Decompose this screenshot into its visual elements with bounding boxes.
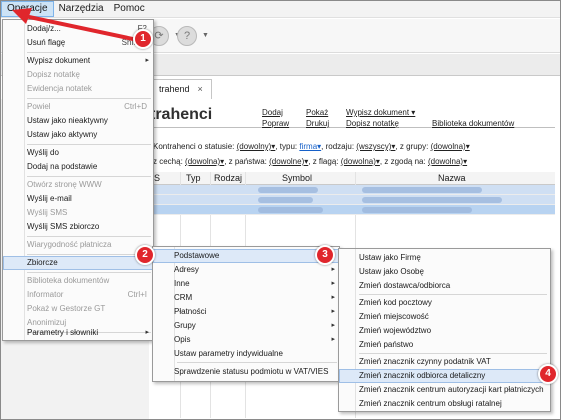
- filter-row-1: Kontrahenci o statusie: (dowolny)▾, typu…: [153, 142, 470, 151]
- operacje-menu: Dodaj/z...F2 Usuń flagęShift-... Wypisz …: [2, 19, 154, 341]
- submenu-item-platnosci[interactable]: Płatności ▸: [153, 305, 339, 319]
- menu-item-dopisz-notatke[interactable]: Dopisz notatkę: [3, 68, 153, 82]
- dodaj-link[interactable]: Dodaj: [262, 108, 283, 117]
- menu-item-biblioteka[interactable]: Biblioteka dokumentów: [3, 274, 153, 288]
- menu-item-otworz-www[interactable]: Otwórz stronę WWW: [3, 178, 153, 192]
- menu-item-wyslij-email[interactable]: Wyślij e-mail: [3, 192, 153, 206]
- submenu-item-dostawca-odbiorca[interactable]: Zmień dostawca/odbiorca: [339, 279, 550, 293]
- menu-item-gestor[interactable]: Pokaż w Gestorze GT: [3, 302, 153, 316]
- col-nazwa[interactable]: Nazwa: [438, 173, 466, 183]
- menu-item-dodaj-na-podstawie[interactable]: Dodaj na podstawie: [3, 160, 153, 174]
- col-symbol[interactable]: Symbol: [282, 173, 312, 183]
- menu-item-informator[interactable]: Informator Ctrl+I: [3, 288, 153, 302]
- submenu-item-panstwo[interactable]: Zmień państwo: [339, 338, 550, 352]
- podstawowe-submenu: Ustaw jako Firmę Ustaw jako Osobę Zmień …: [338, 248, 551, 412]
- menu-item-zbiorcze[interactable]: Zbiorcze▸: [3, 256, 153, 270]
- zbiorcze-submenu: Podstawowe▸ Adresy▸ Inne▸ CRM▸ Płatności…: [152, 246, 340, 382]
- wypisz-dokument-link[interactable]: Wypisz dokument ▾: [346, 108, 415, 117]
- panstwo-filter[interactable]: (dowolne)▾: [269, 157, 308, 166]
- menu-item-parametry[interactable]: Parametry i słowniki ▸: [3, 326, 153, 340]
- submenu-item-parametry-indywidualne[interactable]: Ustaw parametry indywidualne: [153, 347, 339, 361]
- submenu-item-adresy[interactable]: Adresy ▸: [153, 263, 339, 277]
- tab-label: trahend: [159, 84, 190, 94]
- filter-row-2: z cechą: (dowolna)▾, z państwa: (dowolne…: [153, 157, 468, 166]
- col-s[interactable]: S: [154, 173, 160, 183]
- tab-kontrahenci[interactable]: trahend ×: [150, 79, 212, 99]
- menu-item-ewidencja[interactable]: Ewidencja notatek: [3, 82, 153, 96]
- submenu-item-miejscowosc[interactable]: Zmień miejscowość: [339, 310, 550, 324]
- submenu-item-crm[interactable]: CRM ▸: [153, 291, 339, 305]
- dopisz-notatke-link[interactable]: Dopisz notatkę: [346, 119, 399, 128]
- drukuj-link[interactable]: Drukuj: [306, 119, 329, 128]
- status-filter[interactable]: (dowolny)▾: [237, 142, 276, 151]
- table-row[interactable]: [150, 195, 555, 205]
- menu-narzedzia[interactable]: Narzędzia: [54, 1, 109, 17]
- biblioteka-link[interactable]: Biblioteka dokumentów: [432, 119, 514, 128]
- menu-item-wyslij-sms-zbiorczo[interactable]: Wyślij SMS zbiorczo: [3, 220, 153, 234]
- cecha-filter[interactable]: (dowolna)▾: [185, 157, 224, 166]
- col-typ[interactable]: Typ: [186, 173, 201, 183]
- menu-pomoc[interactable]: Pomoc: [109, 1, 150, 17]
- table-row[interactable]: [150, 205, 555, 215]
- step-badge-4: 4: [538, 364, 558, 384]
- rodzaj-filter[interactable]: (wszyscy)▾: [356, 142, 395, 151]
- help-icon[interactable]: ?: [177, 26, 197, 46]
- zgoda-filter[interactable]: (dowolna)▾: [428, 157, 467, 166]
- arrow-head-icon: [12, 8, 32, 24]
- submenu-item-podstawowe[interactable]: Podstawowe▸: [153, 249, 339, 263]
- col-rodzaj[interactable]: Rodzaj: [214, 173, 242, 183]
- menu-item-wypisz[interactable]: Wypisz dokument ▸: [3, 54, 153, 68]
- submenu-item-ustaw-osobe[interactable]: Ustaw jako Osobę: [339, 265, 550, 279]
- menu-item-nieaktywny[interactable]: Ustaw jako nieaktywny: [3, 114, 153, 128]
- flaga-filter[interactable]: (dowolna)▾: [341, 157, 380, 166]
- step-badge-2: 2: [135, 245, 155, 265]
- step-badge-1: 1: [133, 29, 153, 49]
- submenu-item-kod-pocztowy[interactable]: Zmień kod pocztowy: [339, 296, 550, 310]
- submenu-item-czynny-podatnik[interactable]: Zmień znacznik czynny podatnik VAT: [339, 355, 550, 369]
- submenu-item-grupy[interactable]: Grupy ▸: [153, 319, 339, 333]
- typ-filter[interactable]: firma▾: [299, 142, 321, 151]
- pokaz-link[interactable]: Pokaż: [306, 108, 328, 117]
- submenu-item-odbiorca-detaliczny[interactable]: Zmień znacznik odbiorca detaliczny: [339, 369, 550, 383]
- submenu-item-ustaw-firme[interactable]: Ustaw jako Firmę: [339, 251, 550, 265]
- menu-item-wyslij-do[interactable]: Wyślij do: [3, 146, 153, 160]
- submenu-item-centrum-autoryzacji[interactable]: Zmień znacznik centrum autoryzacji kart …: [339, 383, 550, 397]
- close-icon[interactable]: ×: [198, 84, 203, 94]
- chevron-down-icon[interactable]: ▼: [202, 32, 209, 39]
- menu-item-wiarygodnosc[interactable]: Wiarygodność płatnicza: [3, 238, 153, 252]
- popraw-link[interactable]: Popraw: [262, 119, 289, 128]
- menu-item-wyslij-sms[interactable]: Wyślij SMS: [3, 206, 153, 220]
- menu-item-aktywny[interactable]: Ustaw jako aktywny: [3, 128, 153, 142]
- step-badge-3: 3: [315, 245, 335, 265]
- table-row[interactable]: [150, 185, 555, 195]
- submenu-item-vat-vies[interactable]: Sprawdzenie statusu podmiotu w VAT/VIES: [153, 365, 339, 379]
- page-title: trahenci: [150, 106, 213, 123]
- submenu-item-centrum-ratalnej[interactable]: Zmień znacznik centrum obsługi ratalnej: [339, 397, 550, 411]
- menu-bar: Operacje Narzędzia Pomoc: [1, 1, 560, 18]
- grupy-filter[interactable]: (dowolna)▾: [431, 142, 470, 151]
- submenu-item-wojewodztwo[interactable]: Zmień województwo: [339, 324, 550, 338]
- menu-item-powiel[interactable]: Powiel Ctrl+D: [3, 100, 153, 114]
- submenu-item-opis[interactable]: Opis ▸: [153, 333, 339, 347]
- submenu-item-inne[interactable]: Inne ▸: [153, 277, 339, 291]
